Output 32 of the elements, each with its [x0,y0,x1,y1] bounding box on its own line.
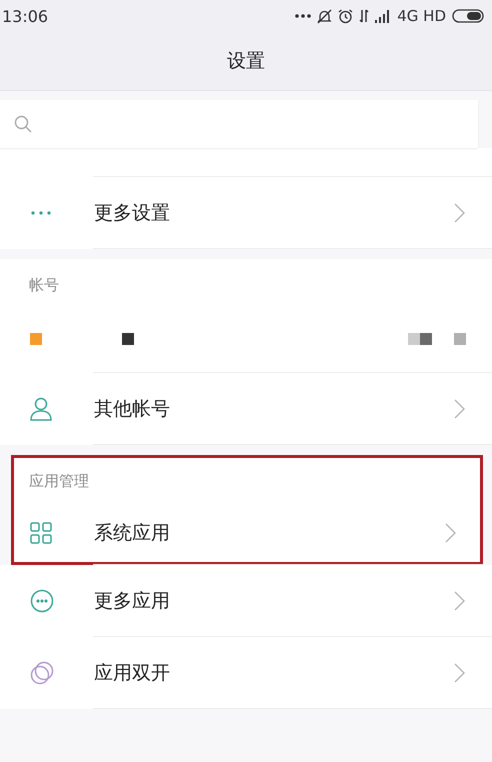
person-icon [30,397,52,421]
chevron-icon [454,663,466,683]
settings-item[interactable]: 其他帐号 [0,373,492,445]
pixelated-block [420,333,432,345]
chevron-icon [454,399,466,419]
settings-item[interactable]: 更多应用 [0,565,492,637]
signal-icon [375,10,392,22]
alarm-icon [338,8,354,24]
chevron-icon [454,591,466,611]
chevron-icon [445,523,457,543]
bell-off-icon [317,8,332,24]
search-field[interactable] [0,100,478,148]
page-title: 设置 [227,49,265,74]
settings-item[interactable]: 系统应用 [11,501,483,565]
section-header: 帐号 [29,276,59,296]
more-icon [295,14,312,18]
section-header: 应用管理 [29,472,89,492]
chevron-icon [454,203,466,223]
pixelated-block [30,333,42,345]
overlapping-circles-icon [30,661,54,685]
more-icon [30,589,54,613]
battery-icon [452,9,484,23]
more-icon [30,210,52,216]
search-icon [14,115,32,133]
settings-item[interactable]: 应用双开 [0,637,492,709]
grid-icon [30,522,52,544]
pixelated-block [454,333,466,345]
pixelated-block [408,333,420,345]
network-type: 4G HD [397,7,446,25]
data-arrows-icon [359,9,370,23]
pixelated-block [122,333,134,345]
status-time: 13:06 [2,6,48,26]
